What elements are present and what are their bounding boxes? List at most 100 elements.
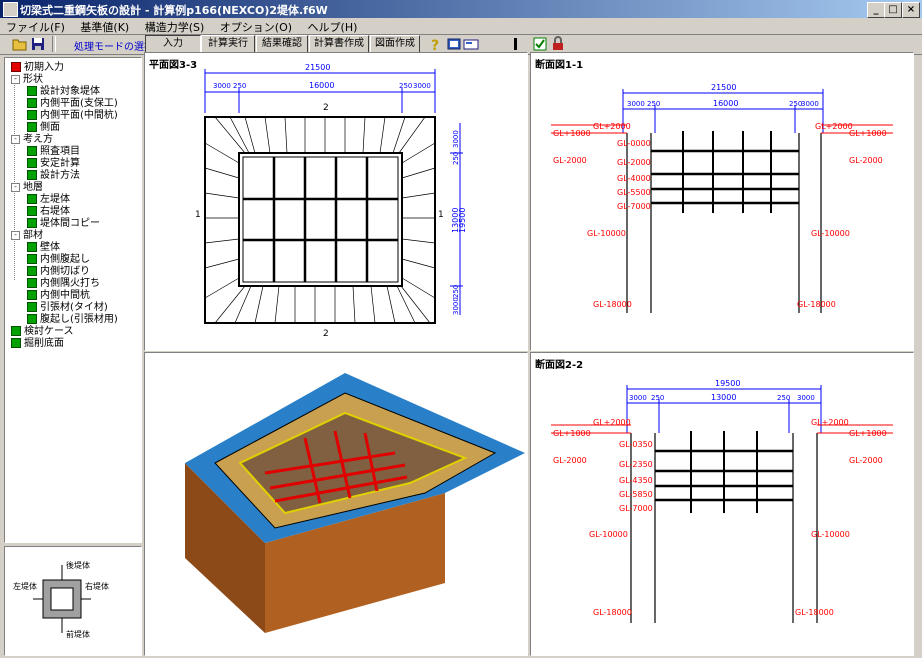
tree-item[interactable]: 掘削底面 bbox=[11, 338, 64, 350]
bracket-icon[interactable] bbox=[508, 36, 524, 52]
minimize-button[interactable]: _ bbox=[867, 2, 885, 18]
s2-dim-2: 250 bbox=[651, 394, 664, 402]
tree-item-label: 左堤体 bbox=[40, 194, 70, 205]
tree-item[interactable]: - 考え方 bbox=[11, 134, 53, 146]
tree-item[interactable]: 引張材(タイ材) bbox=[27, 302, 108, 314]
tree-status-check-icon bbox=[27, 122, 37, 132]
s1-level-5: GL-2000 bbox=[617, 158, 651, 167]
3d-view-panel[interactable] bbox=[144, 352, 528, 656]
tree-status-check-icon bbox=[27, 98, 37, 108]
tree-status-check-icon bbox=[27, 158, 37, 168]
tree-status-check-icon bbox=[27, 110, 37, 120]
s1-level-9: GL-10000 bbox=[587, 229, 626, 238]
tree-item[interactable]: - 形状 bbox=[11, 74, 43, 86]
s1-level-8: GL-7000 bbox=[617, 202, 651, 211]
tree-item-label: 内側切ばり bbox=[40, 266, 90, 277]
section-mark-1-left: 1 bbox=[195, 210, 201, 220]
settings-check-icon[interactable] bbox=[532, 36, 548, 52]
plan-view-title: 平面図3-3 bbox=[149, 60, 198, 71]
tree-item-label: 地層 bbox=[23, 182, 43, 193]
tree-item[interactable]: - 部材 bbox=[11, 230, 43, 242]
input-tree-panel: 初期入力 - 形状 設計対象堤体 内側平面(支保工) 内側平面(中間杭) 側面 - 考え方 照査項… bbox=[4, 57, 142, 543]
s2-level-r5: GL-18000 bbox=[795, 608, 834, 617]
section-1-panel[interactable]: 断面図1-1 21500 3000 250 16000 250 3000 GL+… bbox=[530, 52, 914, 351]
tree-item-label: 腹起し(引張材用) bbox=[40, 314, 118, 325]
card-icon[interactable] bbox=[463, 36, 479, 52]
s2-level-r1: GL+2000 bbox=[811, 418, 849, 427]
tree-item-label: 検討ケース bbox=[24, 326, 74, 337]
app-icon bbox=[3, 2, 18, 17]
tree-item[interactable]: 照査項目 bbox=[27, 146, 80, 158]
lock-icon[interactable] bbox=[550, 36, 566, 52]
tree-item[interactable]: - 地層 bbox=[11, 182, 43, 194]
tree-item[interactable]: 腹起し(引張材用) bbox=[27, 314, 118, 326]
tree-expand-toggle[interactable]: - bbox=[11, 182, 20, 192]
section-2-drawing: 19500 3000 250 13000 250 3000 GL+2000 GL… bbox=[551, 379, 893, 623]
mode-select-label: 処理モードの選択 bbox=[74, 42, 154, 53]
tree-item-label: 設計方法 bbox=[40, 170, 80, 181]
tree-status-check-icon bbox=[27, 146, 37, 156]
tree-item-label: 内側中間杭 bbox=[40, 290, 90, 301]
tree-item[interactable]: 内側腹起し bbox=[27, 254, 90, 266]
s1-dim-3: 16000 bbox=[713, 99, 738, 108]
wale bbox=[242, 156, 399, 283]
s2-level-2: GL+1000 bbox=[553, 429, 591, 438]
book-icon[interactable] bbox=[446, 36, 462, 52]
tree-status-check-icon bbox=[27, 206, 37, 216]
tree-expand-toggle[interactable]: - bbox=[11, 134, 20, 144]
tree-item[interactable]: 左堤体 bbox=[27, 194, 70, 206]
tree-item[interactable]: 設計対象堤体 bbox=[27, 86, 100, 98]
section-2-panel[interactable]: 断面図2-2 19500 3000 250 13000 250 3000 GL+… bbox=[530, 352, 914, 656]
s2-level-1: GL+2000 bbox=[593, 418, 631, 427]
s1-dim-total: 21500 bbox=[711, 83, 736, 92]
tree-expand-toggle[interactable]: - bbox=[11, 230, 20, 240]
save-disk-icon[interactable] bbox=[30, 36, 46, 52]
s2-level-7: GL-5850 bbox=[619, 490, 653, 499]
help-question-icon[interactable]: ? bbox=[428, 36, 444, 52]
mini-label-front: 前堤体 bbox=[66, 629, 90, 639]
tree-item-label: 照査項目 bbox=[40, 146, 80, 157]
plan-dim-total: 21500 bbox=[305, 63, 330, 72]
tree-expand-toggle[interactable]: - bbox=[11, 74, 20, 84]
s1-level-r5: GL-18000 bbox=[797, 300, 836, 309]
tree-status-check-icon bbox=[27, 218, 37, 228]
tree-item-label: 部材 bbox=[23, 230, 43, 241]
tree-item[interactable]: 安定計算 bbox=[27, 158, 80, 170]
tree-item[interactable]: 内側隅火打ち bbox=[27, 278, 100, 290]
tree-item-label: 内側平面(中間杭) bbox=[40, 110, 118, 121]
close-button[interactable]: × bbox=[902, 2, 920, 18]
tree-item[interactable]: 初期入力 bbox=[11, 62, 64, 74]
tree-item[interactable]: 内側平面(支保工) bbox=[27, 98, 118, 110]
tree-item[interactable]: 側面 bbox=[27, 122, 60, 134]
tree-item-label: 引張材(タイ材) bbox=[40, 302, 108, 313]
plan-dim-right-total: 19500 bbox=[458, 208, 467, 233]
tree-item[interactable]: 内側中間杭 bbox=[27, 290, 90, 302]
tree-item[interactable]: 堤体間コピー bbox=[27, 218, 100, 230]
plan-dim-right-5: 3000 bbox=[452, 297, 460, 315]
s1-dim-1: 3000 bbox=[627, 100, 645, 108]
plan-dim-4: 250 bbox=[399, 82, 412, 90]
tree-status-check-icon bbox=[27, 194, 37, 204]
maximize-button[interactable]: □ bbox=[884, 2, 902, 18]
tree-item[interactable]: 内側平面(中間杭) bbox=[27, 110, 118, 122]
open-folder-icon[interactable] bbox=[12, 36, 28, 52]
window-title: 切梁式二重鋼矢板の設計 - 計算例p166(NEXCO)2堤体.f6W bbox=[20, 4, 328, 17]
tree-item[interactable]: 内側切ばり bbox=[27, 266, 90, 278]
s2-level-5: GL-2350 bbox=[619, 460, 653, 469]
tree-item[interactable]: 設計方法 bbox=[27, 170, 80, 182]
plan-view-panel[interactable]: 平面図3-3 21500 3000 250 16000 250 3000 300… bbox=[144, 52, 528, 351]
tree-item[interactable]: 検討ケース bbox=[11, 326, 74, 338]
plan-dim-3: 16000 bbox=[309, 81, 334, 90]
tree-status-check-icon bbox=[27, 86, 37, 96]
s1-level-7: GL-5500 bbox=[617, 188, 651, 197]
section-2-title: 断面図2-2 bbox=[535, 360, 584, 371]
s2-level-6: GL-4350 bbox=[619, 476, 653, 485]
tree-item[interactable]: 壁体 bbox=[27, 242, 60, 254]
s1-level-r3: GL-2000 bbox=[849, 156, 883, 165]
section-mark-2-top: 2 bbox=[323, 103, 329, 113]
s1-level-r4: GL-10000 bbox=[811, 229, 850, 238]
svg-text:?: ? bbox=[431, 38, 439, 52]
s1-level-10: GL-18000 bbox=[593, 300, 632, 309]
s1-level-r2: GL+1000 bbox=[849, 129, 887, 138]
tree-item[interactable]: 右堤体 bbox=[27, 206, 70, 218]
